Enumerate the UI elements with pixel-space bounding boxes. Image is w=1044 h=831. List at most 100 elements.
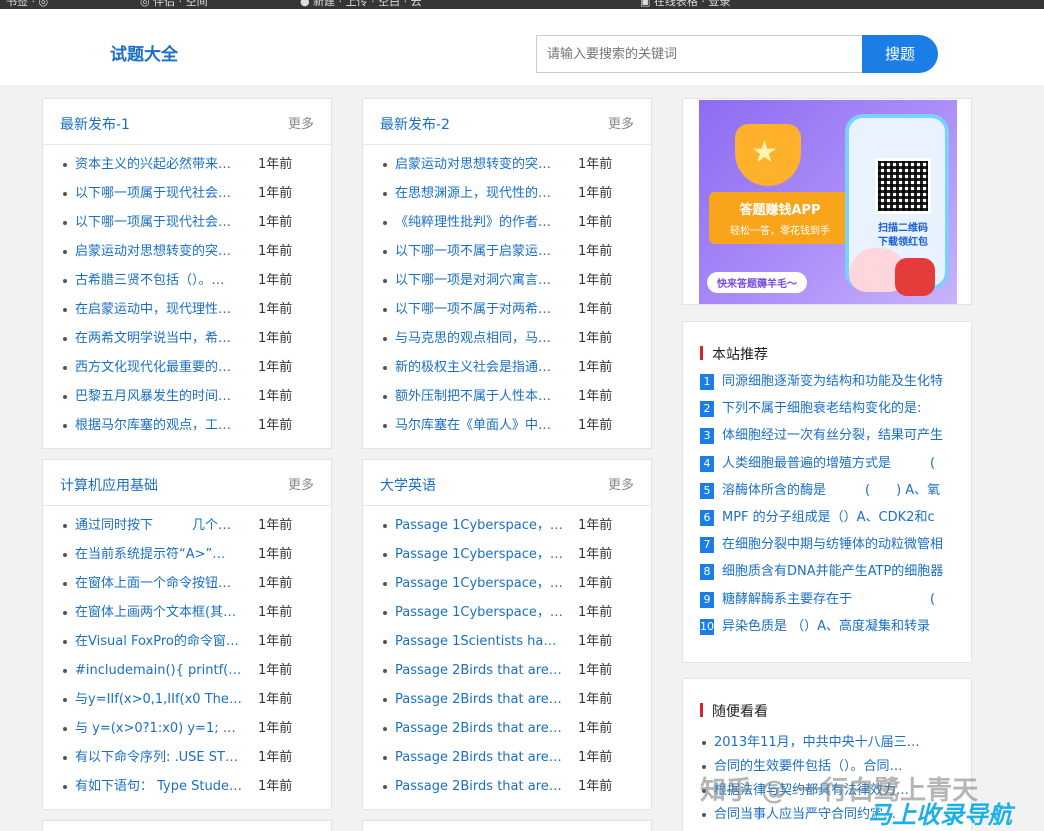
question-link[interactable]: 在两希文明学说当中，希… (75, 324, 243, 353)
question-link[interactable]: 以下哪一项属于现代社会… (75, 208, 243, 237)
search-button[interactable]: 搜题 (862, 35, 938, 73)
time-label: 1年前 (258, 663, 293, 678)
question-list: 资本主义的兴起必然带来… 1年前 以下哪一项属于现代社会… 1年前 以下哪一项属于现… (43, 145, 331, 440)
list-item: 西方文化现代化最重要的… 1年前 (43, 353, 331, 382)
bullet-icon (702, 741, 706, 745)
time-label: 1年前 (578, 215, 613, 230)
question-link[interactable]: 以下哪一项不属于启蒙运… (395, 237, 563, 266)
app-ad-banner[interactable]: ★ 答题赚钱APP 轻松一答，零花钱到手 扫描二维码 下载领红包 快来答题薅羊毛… (682, 98, 972, 305)
question-link[interactable]: 启蒙运动对思想转变的突… (395, 150, 563, 179)
question-link[interactable]: MPF 的分子组成是（）A、CDK2和c (722, 509, 954, 527)
time-label: 1年前 (578, 389, 613, 404)
list-item: 额外压制把不属于人性本… 1年前 (363, 382, 651, 411)
question-link[interactable]: #includemain(){ printf("\… (75, 656, 243, 685)
question-link[interactable]: 异染色质是 （）A、高度凝集和转录 (722, 618, 954, 636)
bullet-icon (63, 669, 67, 673)
bullet-icon (383, 221, 387, 225)
question-link[interactable]: 以下哪一项属于现代社会… (75, 179, 243, 208)
question-link[interactable]: Passage 1Scientists have… (395, 627, 563, 656)
list-item: 与马克思的观点相同，马… 1年前 (363, 324, 651, 353)
list-item: 在思想渊源上，现代性的… 1年前 (363, 179, 651, 208)
question-link[interactable]: 《纯粹理性批判》的作者… (395, 208, 563, 237)
question-link[interactable]: 巴黎五月风暴发生的时间… (75, 382, 243, 411)
question-link[interactable]: 在启蒙运动中，现代理性… (75, 295, 243, 324)
time-label: 1年前 (258, 750, 293, 765)
question-link[interactable]: Passage 1Cyberspace，d… (395, 569, 563, 598)
question-link[interactable]: 在思想渊源上，现代性的… (395, 179, 563, 208)
question-link[interactable]: 在Visual FoxPro的命令窗… (75, 627, 243, 656)
list-item: 1 同源细胞逐渐变为结构和功能及生化特 (700, 374, 954, 401)
bullet-icon (383, 366, 387, 370)
list-item: Passage 2Birds that are li… 1年前 (363, 743, 651, 772)
time-label: 1年前 (578, 692, 613, 707)
question-link[interactable]: 糖酵解酶系主要存在于 ( (722, 591, 954, 609)
brand-watermark: 马上收录导航 (868, 801, 1012, 829)
question-link[interactable]: 新的极权主义社会是指通… (395, 353, 563, 382)
bookmark-item[interactable]: 书签 · ◎ (6, 0, 48, 9)
panel-title[interactable]: 大学英语 (380, 475, 436, 495)
bullet-icon (63, 366, 67, 370)
bullet-icon (63, 582, 67, 586)
question-link[interactable]: 在细胞分裂中期与纺锤体的动粒微管相 (722, 536, 954, 554)
question-link[interactable]: 额外压制把不属于人性本… (395, 382, 563, 411)
bookmark-item[interactable]: ▣ 在线表格 · 登录 (640, 0, 730, 9)
question-link[interactable]: 马尔库塞在《单面人》中… (395, 411, 563, 440)
more-link[interactable]: 更多 (288, 113, 314, 132)
question-link[interactable]: Passage 2Birds that are li… (395, 743, 563, 772)
question-link[interactable]: 有以下命令序列: .USE STU… (75, 743, 243, 772)
question-link[interactable]: 启蒙运动对思想转变的突… (75, 237, 243, 266)
recommend-list: 1 同源细胞逐渐变为结构和功能及生化特 2 下列不属于细胞衰老结构变化的是: 3 体细… (700, 374, 954, 646)
question-link[interactable]: 与 y=(x>0?1:x0) y=1; B) i… (75, 714, 243, 743)
question-link[interactable]: 与y=IIf(x>0,1,IIf(x0 Then… (75, 685, 243, 714)
question-link[interactable]: 资本主义的兴起必然带来… (75, 150, 243, 179)
ad-app-badge: 答题赚钱APP 轻松一答，零花钱到手 (709, 192, 851, 244)
question-link[interactable]: 在窗体上面一个命令按钮… (75, 569, 243, 598)
question-link[interactable]: Passage 2Birds that are li… (395, 656, 563, 685)
question-link[interactable]: 在窗体上画两个文本框(其… (75, 598, 243, 627)
question-link[interactable]: Passage 1Cyberspace，d… (395, 540, 563, 569)
more-link[interactable]: 更多 (608, 113, 634, 132)
ad-image[interactable]: ★ 答题赚钱APP 轻松一答，零花钱到手 扫描二维码 下载领红包 快来答题薅羊毛… (699, 100, 957, 304)
bookmark-item[interactable]: ● 新建 · 上传 · 空白 · 云 (300, 0, 422, 9)
question-link[interactable]: Passage 2Birds that are li… (395, 714, 563, 743)
question-link[interactable]: 同源细胞逐渐变为结构和功能及生化特 (722, 373, 954, 391)
question-link[interactable]: 下列不属于细胞衰老结构变化的是: (722, 400, 954, 418)
site-logo[interactable]: 试题大全 (110, 40, 178, 65)
question-link[interactable]: 溶酶体所含的酶是 ( ) A、氧 (722, 482, 954, 500)
time-label: 1年前 (578, 663, 613, 678)
question-link[interactable]: 细胞质含有DNA并能产生ATP的细胞器 (722, 563, 954, 581)
question-link[interactable]: Passage 1Cyberspace，d… (395, 511, 563, 540)
bullet-icon (383, 524, 387, 528)
search-input[interactable] (536, 35, 864, 73)
question-link[interactable]: 根据马尔库塞的观点，工… (75, 411, 243, 440)
question-link[interactable]: 人类细胞最普遍的增殖方式是 ( (722, 455, 954, 473)
list-item: Passage 2Birds that are li… 1年前 (363, 772, 651, 801)
question-link[interactable]: 古希腊三贤不包括（）。… (75, 266, 243, 295)
question-link[interactable]: 与马克思的观点相同，马… (395, 324, 563, 353)
question-link[interactable]: Passage 1Cyberspace，d… (395, 598, 563, 627)
question-link[interactable]: 有如下语句： Type Stude… (75, 772, 243, 801)
panel-title[interactable]: 计算机应用基础 (60, 475, 158, 495)
bookmark-item[interactable]: ◎ 伴侣 · 空间 (140, 0, 208, 9)
ad-scan-line1: 扫描二维码 (878, 223, 928, 234)
question-link[interactable]: Passage 2Birds that are li… (395, 772, 563, 801)
list-item: 在启蒙运动中，现代理性… 1年前 (43, 295, 331, 324)
question-link[interactable]: Passage 2Birds that are li… (395, 685, 563, 714)
question-link[interactable]: 通过同时按下 几个… (75, 511, 243, 540)
question-link[interactable]: 2013年11月，中共中央十八届三… (714, 733, 934, 753)
panel-title[interactable]: 最新发布-1 (60, 114, 130, 134)
question-link[interactable]: 体细胞经过一次有丝分裂，结果可产生 (722, 427, 954, 445)
list-item: Passage 2Birds that are li… 1年前 (363, 714, 651, 743)
more-link[interactable]: 更多 (288, 474, 314, 493)
time-label: 1年前 (258, 215, 293, 230)
question-link[interactable]: 以下哪一项是对洞穴寓言… (395, 266, 563, 295)
more-link[interactable]: 更多 (608, 474, 634, 493)
bullet-icon (383, 192, 387, 196)
question-link[interactable]: 在当前系统提示符“A>”… (75, 540, 243, 569)
question-link[interactable]: 西方文化现代化最重要的… (75, 353, 243, 382)
panel-next-left (42, 820, 332, 831)
panel-college-english: 大学英语 更多 Passage 1Cyberspace，d… 1年前 Passag… (362, 459, 652, 810)
panel-title[interactable]: 最新发布-2 (380, 114, 450, 134)
question-link[interactable]: 以下哪一项不属于对两希… (395, 295, 563, 324)
ad-app-title: 答题赚钱APP (739, 203, 821, 218)
